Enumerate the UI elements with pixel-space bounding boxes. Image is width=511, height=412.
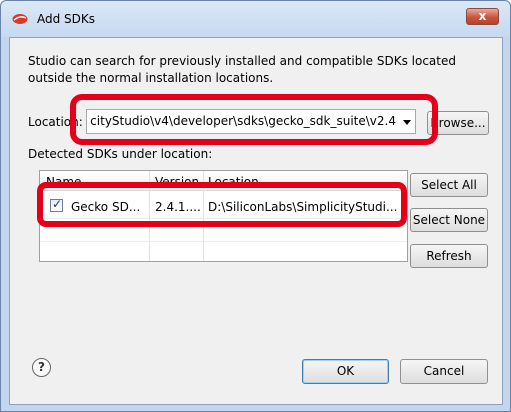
window-title: Add SDKs <box>37 12 96 26</box>
simplicity-studio-logo-icon <box>12 14 28 24</box>
row-divider <box>40 241 407 242</box>
sdk-row-highlight-annotation <box>37 182 407 227</box>
close-button[interactable]: x <box>466 8 499 25</box>
cancel-button[interactable]: Cancel <box>400 359 488 384</box>
location-highlight-annotation <box>70 94 438 145</box>
title-bar[interactable]: Add SDKs x <box>1 1 510 37</box>
select-all-button[interactable]: Select All <box>410 173 488 197</box>
window-frame: Add SDKs x Studio can search for previou… <box>0 0 511 412</box>
dialog-body: Studio can search for previously install… <box>9 37 503 405</box>
dialog-description: Studio can search for previously install… <box>28 54 456 85</box>
refresh-button[interactable]: Refresh <box>410 244 488 268</box>
help-icon[interactable]: ? <box>32 358 51 377</box>
select-none-button[interactable]: Select None <box>410 208 488 232</box>
detected-sdks-label: Detected SDKs under location: <box>28 147 213 161</box>
ok-button[interactable]: OK <box>302 359 389 384</box>
